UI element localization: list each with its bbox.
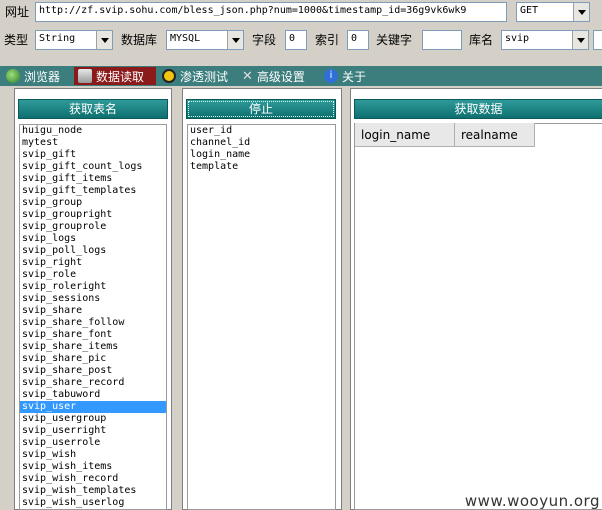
table-list-item[interactable]: svip_wish_items xyxy=(20,461,166,473)
table-list-item[interactable]: svip_gift_items xyxy=(20,173,166,185)
field-label: 字段 xyxy=(252,33,277,47)
table-list-item[interactable]: svip_grouprole xyxy=(20,221,166,233)
get-data-button[interactable]: 获取数据 xyxy=(354,99,602,119)
tab-label: 浏览器 xyxy=(24,69,61,84)
table-list-item[interactable]: svip_tabuword xyxy=(20,389,166,401)
table-list-item[interactable]: svip_wish_userlog xyxy=(20,497,166,509)
get-tables-button[interactable]: 获取表名 xyxy=(18,99,168,119)
table-list-item[interactable]: svip_wish_record xyxy=(20,473,166,485)
type-label: 类型 xyxy=(4,33,29,47)
table-list-item[interactable]: svip_gift_count_logs xyxy=(20,161,166,173)
table-list-item[interactable]: svip_share_items xyxy=(20,341,166,353)
tab-data-read[interactable]: 数据读取 xyxy=(74,67,156,85)
table-list-item[interactable]: svip_userright xyxy=(20,425,166,437)
table-list-item[interactable]: svip_usergroup xyxy=(20,413,166,425)
index-label: 索引 xyxy=(315,33,340,47)
tab-advanced[interactable]: ✕ 高级设置 xyxy=(238,67,318,85)
stop-label: 停止 xyxy=(188,101,334,117)
column-list-item[interactable]: login_name xyxy=(188,149,335,161)
radiation-icon xyxy=(162,69,176,83)
table-list-item[interactable]: svip_share_follow xyxy=(20,317,166,329)
chevron-down-icon[interactable] xyxy=(96,31,112,49)
table-list-item[interactable]: mytest xyxy=(20,137,166,149)
tab-label: 关于 xyxy=(342,69,367,84)
table-list-item[interactable]: svip_share_font xyxy=(20,329,166,341)
column-list-item[interactable]: user_id xyxy=(188,125,335,137)
column-list-item[interactable]: channel_id xyxy=(188,137,335,149)
tab-label: 渗透测试 xyxy=(180,69,229,84)
table-list-item[interactable]: svip_gift xyxy=(20,149,166,161)
tab-browser[interactable]: 浏览器 xyxy=(2,67,72,85)
column-list-item[interactable]: template xyxy=(188,161,335,173)
table-list-item[interactable]: svip_wish_templates xyxy=(20,485,166,497)
tab-label: 高级设置 xyxy=(256,69,305,84)
table-list-item[interactable]: huigu_node xyxy=(20,125,166,137)
table-list-item[interactable]: svip_groupright xyxy=(20,209,166,221)
table-list-item[interactable]: svip_roleright xyxy=(20,281,166,293)
globe-icon xyxy=(6,69,20,83)
table-list-item[interactable]: svip_group xyxy=(20,197,166,209)
grid-header-login-name[interactable]: login_name xyxy=(355,123,455,147)
tab-about[interactable]: i 关于 xyxy=(320,67,374,85)
table-list-item[interactable]: svip_share xyxy=(20,305,166,317)
tab-label: 数据读取 xyxy=(96,69,145,84)
keyword-label: 关键字 xyxy=(376,33,413,47)
url-label: 网址 xyxy=(5,5,30,19)
method-value: GET xyxy=(520,5,539,16)
info-icon: i xyxy=(324,69,338,83)
keyword-input[interactable] xyxy=(422,30,462,50)
dbname-value: svip xyxy=(505,33,530,44)
db-value: MYSQL xyxy=(170,33,201,44)
table-list-item[interactable]: svip_gift_templates xyxy=(20,185,166,197)
table-list[interactable]: huigu_node mytest svip_gift svip_gift_count… xyxy=(19,124,167,510)
stop-button[interactable]: 停止 xyxy=(186,99,336,119)
tools-icon: ✕ xyxy=(242,68,253,84)
chevron-down-icon[interactable] xyxy=(227,31,243,49)
data-grid-header: login_name realname xyxy=(355,123,535,147)
table-list-item[interactable]: svip_logs xyxy=(20,233,166,245)
table-list-item[interactable]: svip_user xyxy=(20,401,166,413)
db-select[interactable]: MYSQL xyxy=(166,30,244,50)
table-list-item[interactable]: svip_wish xyxy=(20,449,166,461)
data-grid[interactable] xyxy=(354,123,602,510)
table-list-item[interactable]: svip_right xyxy=(20,257,166,269)
url-input[interactable]: http://zf.svip.sohu.com/bless_json.php?n… xyxy=(35,2,507,22)
tab-pentest[interactable]: 渗透测试 xyxy=(158,67,234,85)
table-list-item[interactable]: svip_share_post xyxy=(20,365,166,377)
table-list-item[interactable]: svip_poll_logs xyxy=(20,245,166,257)
watermark: www.wooyun.org xyxy=(464,492,600,510)
table-list-item[interactable]: svip_userrole xyxy=(20,437,166,449)
db-label: 数据库 xyxy=(121,33,158,47)
table-list-item[interactable]: svip_share_record xyxy=(20,377,166,389)
index-input[interactable]: 0 xyxy=(347,30,369,50)
type-value: String xyxy=(39,33,76,44)
table-list-item[interactable]: svip_role xyxy=(20,269,166,281)
column-list[interactable]: user_id channel_id login_name template xyxy=(187,124,336,510)
offscreen-button-edge[interactable] xyxy=(593,30,602,50)
database-icon xyxy=(78,69,92,83)
dbname-label: 库名 xyxy=(469,33,494,47)
table-list-item[interactable]: svip_share_pic xyxy=(20,353,166,365)
chevron-down-icon[interactable] xyxy=(572,31,588,49)
type-select[interactable]: String xyxy=(35,30,113,50)
method-select[interactable]: GET xyxy=(516,2,590,22)
dbname-select[interactable]: svip xyxy=(501,30,589,50)
tab-bar: 浏览器 数据读取 渗透测试 ✕ 高级设置 i 关于 xyxy=(0,66,602,86)
grid-header-realname[interactable]: realname xyxy=(455,123,535,147)
chevron-down-icon[interactable] xyxy=(573,3,589,21)
field-input[interactable]: 0 xyxy=(285,30,307,50)
table-list-item[interactable]: svip_sessions xyxy=(20,293,166,305)
